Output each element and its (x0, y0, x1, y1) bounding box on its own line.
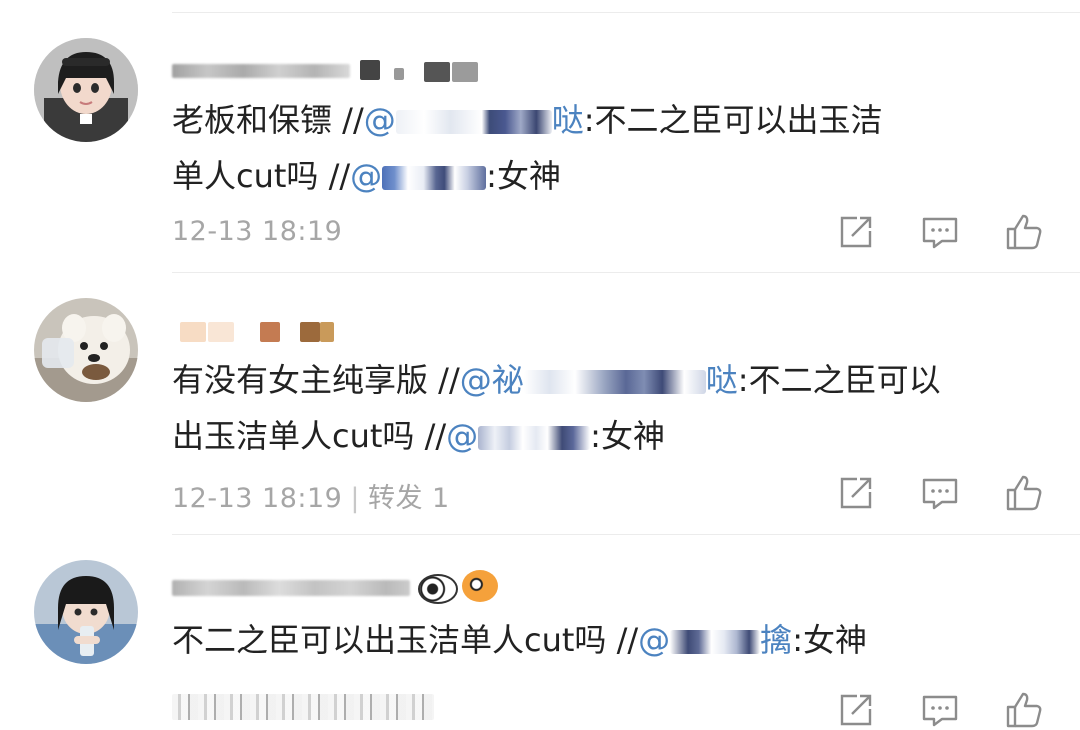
user-name-masked[interactable] (172, 570, 502, 604)
share-icon[interactable] (836, 690, 876, 730)
comment-item: 不二之臣可以出玉洁单人cut吗 //@ 擒:女神 (0, 0, 1080, 729)
comment-icon[interactable] (920, 690, 960, 730)
comment-body: 不二之臣可以出玉洁单人cut吗 // (172, 621, 639, 659)
comment-actions (836, 690, 1046, 730)
avatar[interactable] (34, 560, 138, 664)
like-icon[interactable] (1004, 690, 1044, 730)
mention-link[interactable]: @ 擒 (638, 621, 792, 659)
comment-meta-masked (172, 688, 442, 724)
comment-text: 不二之臣可以出玉洁单人cut吗 //@ 擒:女神 (172, 612, 1052, 668)
comment-body-end: :女神 (792, 621, 867, 659)
masked-username (670, 630, 761, 654)
